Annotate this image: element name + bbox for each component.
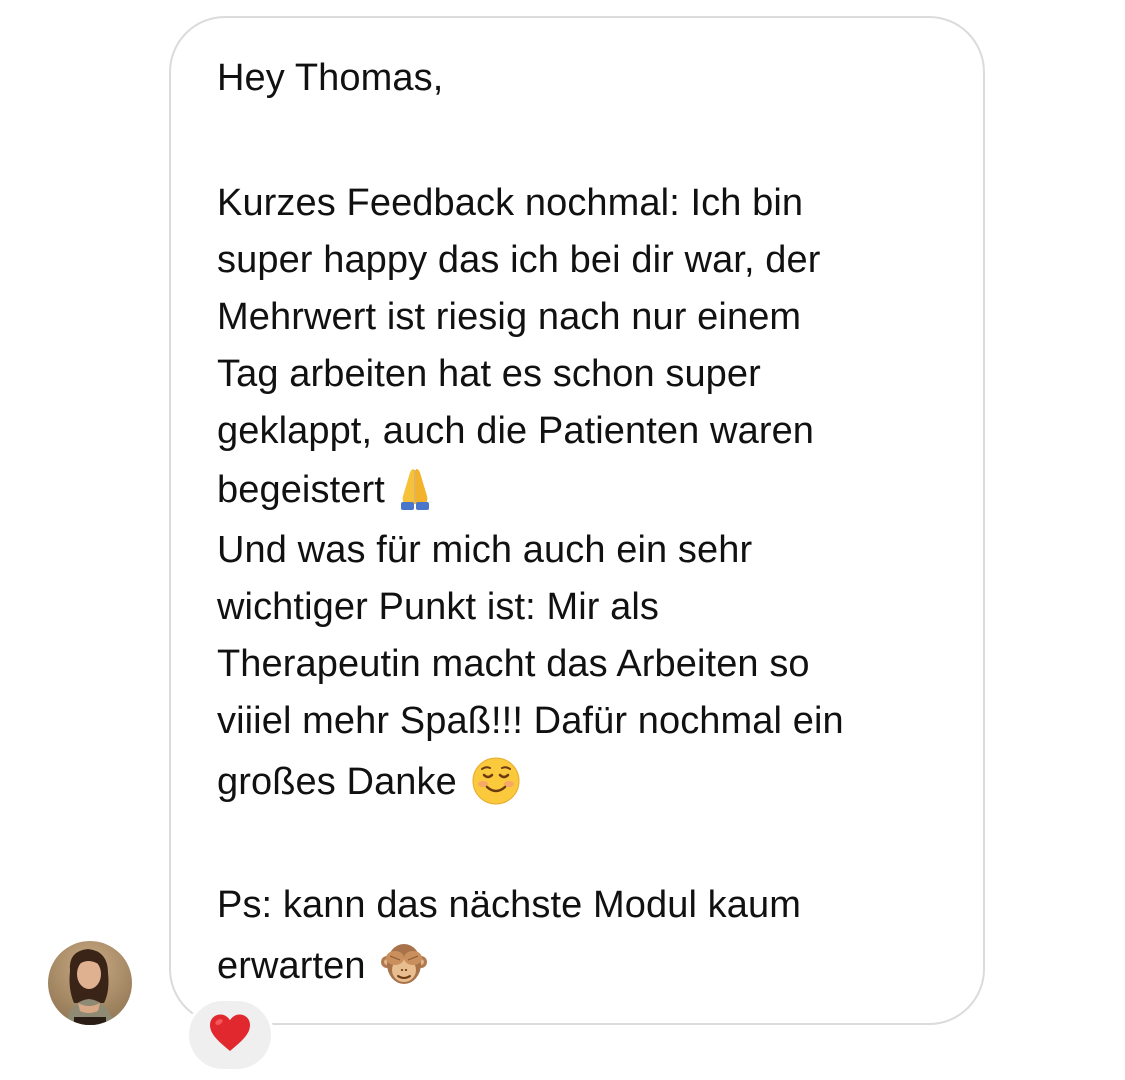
message-line: viiiel mehr Spaß!!! Dafür nochmal ein [217, 700, 844, 742]
message-line-with-emoji: begeistert [217, 466, 437, 512]
message-line: super happy das ich bei dir war, der [217, 239, 821, 281]
message-line-text: begeistert [217, 469, 385, 511]
message-greeting: Hey Thomas, [217, 57, 444, 99]
message-line: Kurzes Feedback nochmal: Ich bin [217, 182, 804, 224]
folded-hands-emoji-icon [393, 466, 437, 510]
message-line: geklappt, auch die Patienten waren [217, 410, 815, 452]
message-line: Therapeutin macht das Arbeiten so [217, 643, 810, 685]
red-heart-emoji-icon [208, 1013, 252, 1058]
message-bubble[interactable] [169, 16, 985, 1025]
see-no-evil-monkey-emoji-icon [380, 940, 428, 988]
sender-avatar[interactable] [48, 941, 132, 1025]
message-line-text: erwarten [217, 945, 366, 987]
reaction-badge[interactable] [186, 998, 274, 1072]
message-line: Tag arbeiten hat es schon super [217, 353, 761, 395]
smiling-face-emoji-icon [471, 756, 521, 806]
message-line: wichtiger Punkt ist: Mir als [217, 586, 660, 628]
message-line-with-emoji: erwarten [217, 940, 428, 988]
message-line-with-emoji: großes Danke [217, 756, 521, 806]
message-line: Ps: kann das nächste Modul kaum [217, 884, 801, 926]
message-line: Und was für mich auch ein sehr [217, 529, 753, 571]
message-line: Mehrwert ist riesig nach nur einem [217, 296, 802, 338]
message-line-text: großes Danke [217, 761, 457, 803]
